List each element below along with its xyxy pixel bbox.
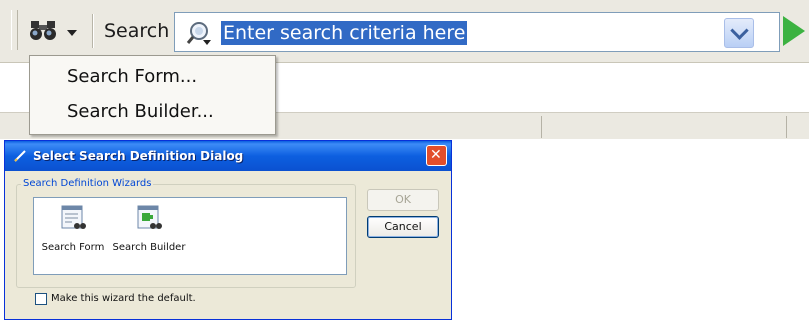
toolbar-grip[interactable]: [11, 10, 18, 50]
search-toolbar: Search Enter search criteria here: [0, 0, 809, 63]
wizard-item-search-form[interactable]: Search Form: [40, 204, 106, 253]
search-form-icon: [61, 205, 86, 229]
search-builder-icon: [137, 205, 162, 229]
search-binoculars-button[interactable]: [27, 14, 77, 50]
group-label: Search Definition Wizards: [21, 178, 154, 189]
wizard-label: Search Form: [41, 242, 105, 253]
search-combobox[interactable]: Enter search criteria here: [174, 12, 780, 52]
ok-button[interactable]: OK: [367, 189, 439, 211]
binoculars-icon: [30, 21, 56, 40]
wizard-label: Search Builder: [112, 242, 186, 253]
wizards-listview[interactable]: Search Form Search Builder: [33, 197, 347, 275]
search-label: Search: [104, 20, 170, 42]
magnifier-icon[interactable]: [185, 20, 213, 46]
close-button[interactable]: ✕: [426, 145, 447, 166]
go-arrow-icon[interactable]: [783, 16, 805, 46]
column-divider: [786, 116, 787, 138]
search-input[interactable]: Enter search criteria here: [221, 21, 468, 45]
dialog-title: Select Search Definition Dialog: [33, 149, 244, 163]
menu-item-search-builder[interactable]: Search Builder...: [67, 101, 214, 122]
wizard-item-search-builder[interactable]: Search Builder: [112, 204, 186, 253]
combo-arrow-icon[interactable]: [724, 18, 754, 48]
menu-item-search-form[interactable]: Search Form...: [67, 66, 197, 87]
dropdown-caret-icon[interactable]: [67, 30, 77, 36]
close-icon: ✕: [430, 147, 442, 163]
cancel-button[interactable]: Cancel: [367, 216, 439, 238]
toolbar-separator: [92, 14, 94, 48]
select-search-definition-dialog: Select Search Definition Dialog ✕ Search…: [4, 140, 452, 320]
default-wizard-checkbox[interactable]: [35, 293, 47, 305]
search-dropdown-menu: Search Form... Search Builder...: [29, 55, 276, 135]
pencil-icon: [14, 150, 26, 162]
column-divider: [541, 116, 542, 138]
dialog-titlebar[interactable]: Select Search Definition Dialog ✕: [5, 141, 451, 171]
checkbox-label: Make this wizard the default.: [51, 293, 196, 304]
